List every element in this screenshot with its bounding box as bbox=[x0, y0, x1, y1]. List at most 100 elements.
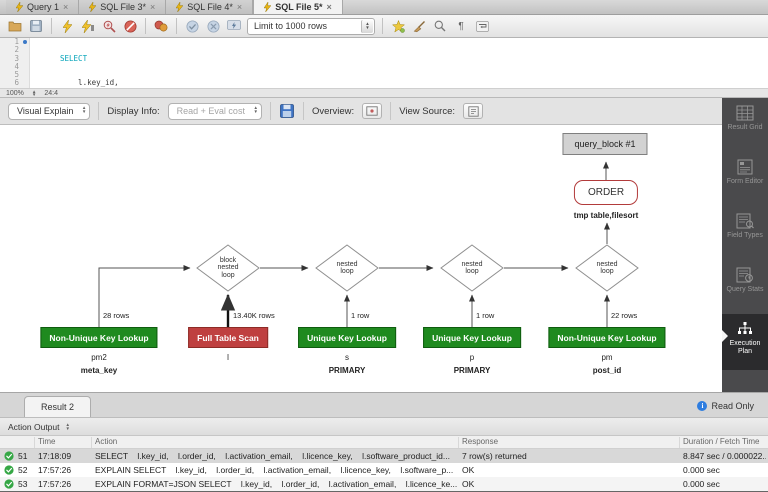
stop-query-icon[interactable] bbox=[122, 18, 138, 34]
mysql-workbench-window: Query 1 × SQL File 3* × SQL File 4* × SQ… bbox=[0, 0, 768, 492]
editor-gutter: 1 2 3 4 5 6 bbox=[0, 38, 30, 88]
join-node-nested-loop[interactable]: nested loop bbox=[315, 244, 379, 292]
limit-rows-dropdown[interactable]: Limit to 1000 rows ▲▼ bbox=[247, 18, 375, 35]
panel-stepper-icon[interactable]: ▲▼ bbox=[66, 423, 70, 430]
join-node-block-nested-loop[interactable]: block nested loop bbox=[196, 244, 260, 292]
order-node[interactable]: ORDER bbox=[574, 180, 638, 205]
tab-result-2[interactable]: Result 2 bbox=[24, 396, 91, 417]
cleanup-icon[interactable] bbox=[411, 18, 427, 34]
display-info-dropdown[interactable]: Read + Eval cost ▲▼ bbox=[168, 103, 262, 120]
divider bbox=[390, 102, 391, 120]
execution-plan-canvas[interactable]: query_block #1 ORDER tmp table,filesort … bbox=[0, 125, 768, 392]
close-icon[interactable]: × bbox=[327, 3, 332, 12]
row-count-label: 28 rows bbox=[103, 311, 129, 320]
overview-button[interactable] bbox=[362, 103, 382, 119]
sql-editor[interactable]: 1 2 3 4 5 6 SELECT l.key_id, l.order_id,… bbox=[0, 38, 768, 88]
log-row[interactable]: 52 17:57:26 EXPLAIN SELECT l.key_id, l.o… bbox=[0, 463, 768, 477]
sidebar-item-field-types[interactable]: Field Types bbox=[722, 206, 768, 260]
find-icon[interactable] bbox=[432, 18, 448, 34]
execution-plan-icon bbox=[736, 321, 754, 337]
connector-lines bbox=[0, 125, 768, 392]
divider bbox=[270, 102, 271, 120]
column-header-response[interactable]: Response bbox=[462, 437, 498, 446]
tab-label: SQL File 4* bbox=[187, 2, 233, 12]
result-tab-strip: Result 2 i Read Only bbox=[0, 392, 768, 418]
log-row[interactable]: 51 17:18:09 SELECT l.key_id, l.order_id,… bbox=[0, 449, 768, 463]
table-alias: s bbox=[345, 353, 349, 362]
log-response: 7 row(s) returned bbox=[462, 451, 678, 461]
rollback-icon[interactable] bbox=[205, 18, 221, 34]
tab-query-1[interactable]: Query 1 × bbox=[6, 0, 79, 14]
sidebar-item-form-editor[interactable]: Form Editor bbox=[722, 152, 768, 206]
action-output-rows: 51 17:18:09 SELECT l.key_id, l.order_id,… bbox=[0, 449, 768, 492]
view-source-button[interactable] bbox=[463, 103, 483, 119]
overview-label: Overview: bbox=[312, 106, 354, 117]
table-alias: l bbox=[227, 353, 229, 362]
read-only-badge: i Read Only bbox=[697, 393, 754, 419]
log-duration: 8.847 sec / 0.000022... bbox=[683, 451, 766, 461]
sql-code-area[interactable]: SELECT l.key_id, l.order_id, l.activatio… bbox=[30, 38, 768, 88]
sidebar-item-result-grid[interactable]: Result Grid bbox=[722, 98, 768, 152]
log-id: 51 bbox=[18, 451, 27, 461]
form-editor-icon bbox=[736, 159, 754, 175]
lightning-icon bbox=[89, 2, 96, 12]
info-icon: i bbox=[697, 401, 707, 411]
join-node-nested-loop[interactable]: nested loop bbox=[440, 244, 504, 292]
close-icon[interactable]: × bbox=[150, 3, 155, 12]
execute-script-icon[interactable] bbox=[59, 18, 75, 34]
table-alias: pm bbox=[601, 353, 612, 362]
close-icon[interactable]: × bbox=[237, 3, 242, 12]
tab-sql-file-4[interactable]: SQL File 4* × bbox=[166, 0, 253, 14]
tab-sql-file-3[interactable]: SQL File 3* × bbox=[79, 0, 166, 14]
open-file-icon[interactable] bbox=[7, 18, 23, 34]
sidebar-item-query-stats[interactable]: Query Stats bbox=[722, 260, 768, 314]
log-time: 17:57:26 bbox=[38, 479, 71, 489]
table-alias: pm2 bbox=[91, 353, 107, 362]
dropdown-arrows-icon: ▲▼ bbox=[82, 106, 86, 114]
save-icon[interactable] bbox=[28, 18, 44, 34]
join-node-nested-loop[interactable]: nested loop bbox=[575, 244, 639, 292]
tab-sql-file-5[interactable]: SQL File 5* × bbox=[253, 0, 343, 14]
save-image-icon[interactable] bbox=[279, 103, 295, 119]
column-header-duration[interactable]: Duration / Fetch Time bbox=[683, 437, 759, 446]
tab-label: Query 1 bbox=[27, 2, 59, 12]
wrap-text-icon[interactable] bbox=[474, 18, 490, 34]
log-action: SELECT l.key_id, l.order_id, l.activatio… bbox=[95, 451, 457, 461]
divider bbox=[145, 18, 146, 34]
show-invisibles-icon[interactable]: ¶ bbox=[453, 18, 469, 34]
explain-mode-dropdown[interactable]: Visual Explain ▲▼ bbox=[8, 103, 90, 120]
table-node-full-table-scan[interactable]: Full Table Scan bbox=[188, 327, 268, 348]
log-action: EXPLAIN SELECT l.key_id, l.order_id, l.a… bbox=[95, 465, 457, 475]
column-header-time[interactable]: Time bbox=[38, 437, 55, 446]
log-row[interactable]: 53 17:57:26 EXPLAIN FORMAT=JSON SELECT l… bbox=[0, 477, 768, 491]
cursor-position: 24:4 bbox=[44, 90, 58, 97]
sidebar-item-execution-plan[interactable]: Execution Plan bbox=[722, 314, 768, 370]
beautify-icon[interactable] bbox=[390, 18, 406, 34]
editor-tab-bar: Query 1 × SQL File 3* × SQL File 4* × SQ… bbox=[0, 0, 768, 15]
stop-on-error-icon[interactable] bbox=[153, 18, 169, 34]
table-node-non-unique-key-lookup[interactable]: Non-Unique Key Lookup bbox=[40, 327, 157, 348]
column-header-action[interactable]: Action bbox=[95, 437, 117, 446]
table-node-unique-key-lookup[interactable]: Unique Key Lookup bbox=[423, 327, 521, 348]
sql-editor-toolbar: Limit to 1000 rows ▲▼ ¶ bbox=[0, 15, 768, 38]
query-block-node[interactable]: query_block #1 bbox=[562, 133, 647, 155]
zoom-stepper-icon[interactable]: ▲▼ bbox=[32, 90, 36, 97]
action-output-header[interactable]: Action Output ▲▼ bbox=[0, 418, 768, 436]
commit-icon[interactable] bbox=[184, 18, 200, 34]
explain-query-icon[interactable] bbox=[101, 18, 117, 34]
field-types-icon bbox=[736, 213, 754, 229]
view-source-label: View Source: bbox=[399, 106, 455, 117]
result-view-sidebar: Result Grid Form Editor Field Types Quer… bbox=[722, 98, 768, 400]
close-icon[interactable]: × bbox=[63, 3, 68, 12]
table-alias: p bbox=[470, 353, 474, 362]
execute-statement-icon[interactable] bbox=[80, 18, 96, 34]
lightning-icon bbox=[264, 2, 271, 12]
toggle-autocommit-icon[interactable] bbox=[226, 18, 242, 34]
table-node-unique-key-lookup[interactable]: Unique Key Lookup bbox=[298, 327, 396, 348]
lightning-icon bbox=[176, 2, 183, 12]
row-count-label: 22 rows bbox=[611, 311, 637, 320]
limit-rows-value: Limit to 1000 rows bbox=[254, 21, 327, 31]
action-output-column-headers: Time Action Response Duration / Fetch Ti… bbox=[0, 436, 768, 449]
log-time: 17:57:26 bbox=[38, 465, 71, 475]
table-node-non-unique-key-lookup[interactable]: Non-Unique Key Lookup bbox=[548, 327, 665, 348]
